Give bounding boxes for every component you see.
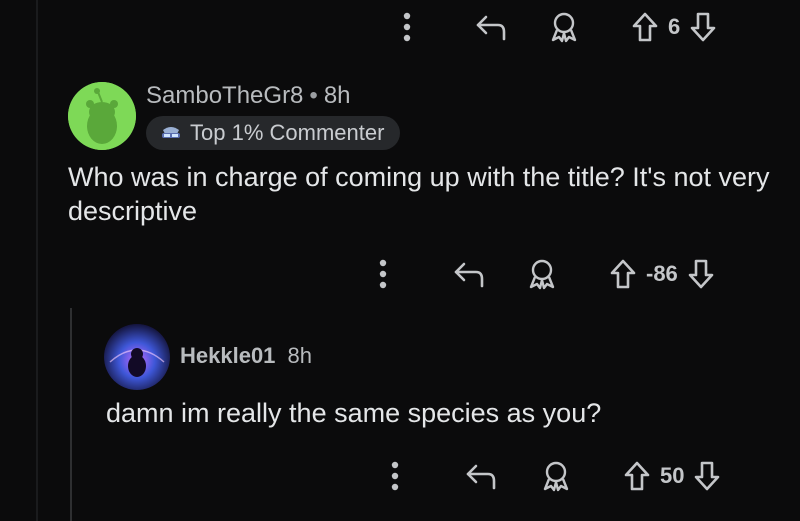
more-options-button[interactable] xyxy=(392,12,422,42)
action-bar-comment-2: 50 xyxy=(380,457,724,495)
arrow-up-icon xyxy=(609,258,637,290)
commenter-badge[interactable]: Top 1% Commenter xyxy=(146,116,401,150)
snoo-avatar-icon xyxy=(68,82,136,150)
profile-avatar-icon xyxy=(104,324,170,390)
more-options-button[interactable] xyxy=(368,259,398,289)
reply-arrow-icon xyxy=(474,12,508,42)
upvote-button[interactable] xyxy=(620,460,654,492)
vote-score: 6 xyxy=(668,14,681,39)
upvote-button[interactable] xyxy=(628,11,662,43)
more-vertical-icon xyxy=(379,259,387,289)
avatar[interactable] xyxy=(68,82,136,150)
arrow-down-icon xyxy=(689,11,717,43)
reply-button[interactable] xyxy=(460,461,502,491)
action-bar-top: 6 xyxy=(392,8,720,46)
badge-label: Top 1% Commenter xyxy=(190,120,385,145)
avatar[interactable] xyxy=(104,324,170,390)
comment-author-line: Hekkle01 8h xyxy=(180,343,312,369)
award-icon xyxy=(548,11,580,43)
arrow-down-icon xyxy=(687,258,715,290)
comment-time: 8h xyxy=(323,82,351,109)
comment-thread: 6 SamboTheGr8 • 8h Top 1% Commenter Who wa… xyxy=(0,0,800,521)
downvote-button[interactable] xyxy=(686,11,720,43)
comment-author-line: SamboTheGr8 • 8h xyxy=(146,82,351,110)
comment-body: damn im really the same species as you? xyxy=(106,398,602,428)
comment-body: Who was in charge of coming up with the … xyxy=(68,162,770,226)
vote-score: -86 xyxy=(646,261,678,286)
more-vertical-icon xyxy=(391,461,399,491)
thread-line-reply[interactable] xyxy=(70,308,72,521)
more-options-button[interactable] xyxy=(380,461,410,491)
reply-button[interactable] xyxy=(470,12,512,42)
username-link[interactable]: Hekkle01 xyxy=(180,343,275,368)
more-vertical-icon xyxy=(403,12,411,42)
commenter-badge-icon xyxy=(160,124,182,142)
reply-arrow-icon xyxy=(452,259,486,289)
award-icon xyxy=(526,258,558,290)
award-button[interactable] xyxy=(522,258,562,290)
award-button[interactable] xyxy=(544,11,584,43)
comment-time: 8h xyxy=(287,343,313,368)
arrow-down-icon xyxy=(693,460,721,492)
vote-score: 50 xyxy=(660,463,685,488)
reply-button[interactable] xyxy=(448,259,490,289)
thread-line-outer[interactable] xyxy=(36,0,38,521)
username-link[interactable]: SamboTheGr8 xyxy=(146,82,303,109)
action-bar-comment-1: -86 xyxy=(368,255,718,293)
award-icon xyxy=(540,460,572,492)
arrow-up-icon xyxy=(631,11,659,43)
reply-arrow-icon xyxy=(464,461,498,491)
arrow-up-icon xyxy=(623,460,651,492)
award-button[interactable] xyxy=(536,460,576,492)
downvote-button[interactable] xyxy=(684,258,718,290)
downvote-button[interactable] xyxy=(690,460,724,492)
separator-dot: • xyxy=(309,82,318,109)
upvote-button[interactable] xyxy=(606,258,640,290)
